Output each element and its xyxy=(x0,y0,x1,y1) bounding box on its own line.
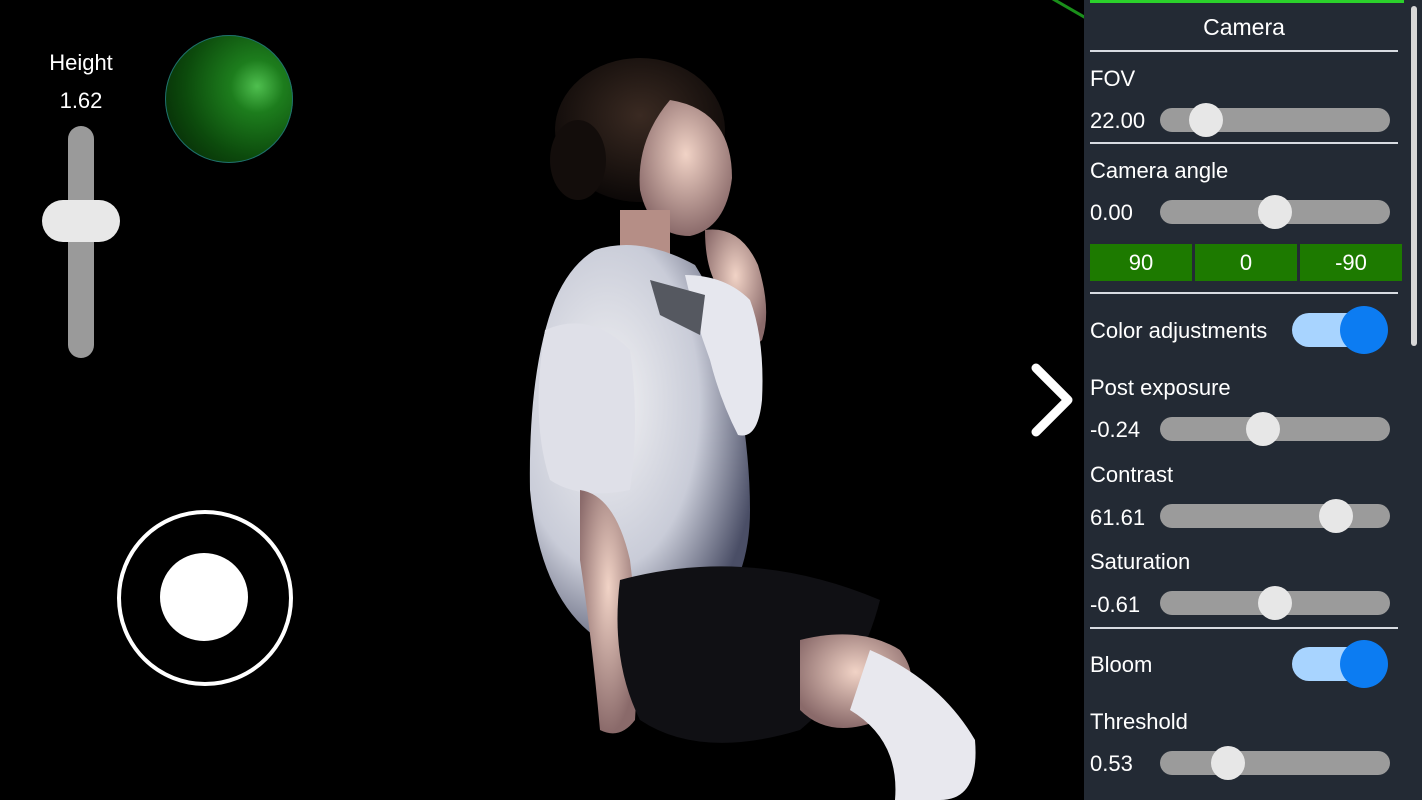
camera-angle-slider[interactable] xyxy=(1160,195,1390,229)
height-value: 1.62 xyxy=(59,88,103,113)
saturation-slider[interactable] xyxy=(1160,586,1390,620)
camera-angle-slider-thumb[interactable] xyxy=(1258,195,1292,229)
bloom-toggle[interactable] xyxy=(1292,640,1390,688)
fov-value: 22.00 xyxy=(1090,108,1146,133)
divider xyxy=(1090,142,1398,144)
height-label: Height xyxy=(49,50,113,75)
saturation-value: -0.61 xyxy=(1090,592,1141,617)
height-slider-thumb[interactable] xyxy=(42,200,120,242)
contrast-label: Contrast xyxy=(1090,462,1174,487)
bloom-label: Bloom xyxy=(1090,652,1153,677)
threshold-slider-thumb[interactable] xyxy=(1210,746,1245,780)
contrast-slider-thumb[interactable] xyxy=(1318,499,1353,533)
angle-90-button[interactable]: 90 xyxy=(1090,244,1192,281)
threshold-value: 0.53 xyxy=(1090,751,1133,776)
panel-title: Camera xyxy=(1203,14,1285,40)
threshold-label: Threshold xyxy=(1090,709,1188,734)
3d-viewport[interactable]: Height 1.62 xyxy=(0,0,1084,800)
contrast-slider[interactable] xyxy=(1160,499,1390,533)
height-slider-track[interactable] xyxy=(68,126,94,358)
angle-neg90-button[interactable]: -90 xyxy=(1300,244,1402,281)
threshold-slider[interactable] xyxy=(1160,746,1390,780)
light-sphere-handle[interactable] xyxy=(165,35,293,163)
saturation-slider-thumb[interactable] xyxy=(1258,586,1292,620)
camera-angle-label: Camera angle xyxy=(1090,158,1229,183)
post-exposure-label: Post exposure xyxy=(1090,375,1231,400)
color-adjustments-toggle[interactable] xyxy=(1292,306,1390,354)
post-exposure-value: -0.24 xyxy=(1090,417,1141,442)
angle-0-button[interactable]: 0 xyxy=(1195,244,1297,281)
camera-settings-panel: Camera FOV 22.00 Camera angle 0.00 90 0 … xyxy=(1084,0,1422,800)
chevron-right-icon[interactable] xyxy=(1020,362,1084,442)
color-adjustments-label: Color adjustments xyxy=(1090,318,1268,343)
fov-label: FOV xyxy=(1090,66,1136,91)
saturation-label: Saturation xyxy=(1090,549,1191,574)
fov-slider[interactable] xyxy=(1160,103,1390,137)
panel-scrollbar[interactable] xyxy=(1411,6,1417,346)
panel-top-accent xyxy=(1090,0,1404,3)
post-exposure-slider[interactable] xyxy=(1160,412,1390,446)
fov-slider-thumb[interactable] xyxy=(1189,103,1224,137)
camera-angle-value: 0.00 xyxy=(1090,200,1133,225)
post-exposure-slider-thumb[interactable] xyxy=(1246,412,1281,446)
divider xyxy=(1090,50,1398,52)
joystick-knob[interactable] xyxy=(160,553,248,641)
scene-green-line xyxy=(1039,0,1084,33)
divider xyxy=(1090,627,1398,629)
divider xyxy=(1090,292,1398,294)
character-model xyxy=(529,58,976,800)
contrast-value: 61.61 xyxy=(1090,505,1146,530)
